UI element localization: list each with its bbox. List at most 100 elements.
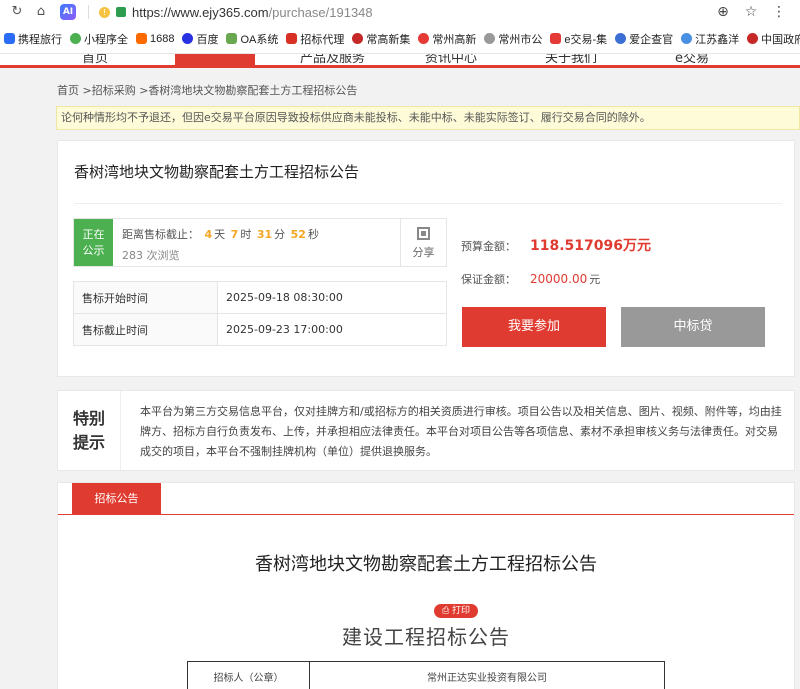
- divider: [88, 5, 89, 19]
- qr-code-icon: [417, 227, 430, 240]
- bookmark-label: 常州高新: [432, 33, 477, 46]
- url-field[interactable]: https://www.ejy365.com/purchase/191348: [132, 5, 373, 20]
- divider: [74, 203, 782, 204]
- table-row: 售标截止时间 2025-09-23 17:00:00: [73, 313, 447, 346]
- site-info-icon[interactable]: !: [99, 6, 110, 18]
- bookmark-label: 爱企查官: [629, 33, 674, 46]
- table-row: 招标人（公章） 常州正达实业投资有限公司: [187, 661, 665, 689]
- bookmark-label: OA系统: [240, 33, 279, 46]
- bid-loan-button[interactable]: 中标贷: [621, 307, 765, 347]
- bookmark-icon: [4, 33, 15, 44]
- bookmark-item[interactable]: 携程旅行: [4, 31, 62, 47]
- address-bar-actions: ⊕ ☆ ⋮: [716, 0, 800, 24]
- share-button[interactable]: 分享: [400, 219, 446, 266]
- breadcrumb[interactable]: 首页 >招标采购 >香树湾地块文物勘察配套土方工程招标公告: [57, 82, 357, 98]
- budget-label: 预算金额：: [461, 240, 516, 253]
- bookmark-item[interactable]: 常州高新: [418, 31, 476, 47]
- countdown-days: 4: [204, 228, 213, 241]
- bookmark-label: 常高新集: [366, 33, 411, 46]
- deposit-label: 保证金额：: [461, 273, 516, 286]
- bookmark-label: 1688: [150, 32, 175, 45]
- bookmark-icon: [226, 33, 238, 44]
- bookmark-item[interactable]: OA系统: [226, 31, 278, 47]
- home-icon[interactable]: ⌂: [34, 5, 48, 19]
- nav-item-services[interactable]: 产品及服务: [300, 54, 365, 65]
- status-line-1: 正在: [82, 228, 105, 241]
- bookmark-label: 江苏鑫洋: [695, 33, 740, 46]
- bookmark-item[interactable]: e交易-集: [550, 31, 607, 47]
- url-host: https://www.ejy365.com: [132, 4, 269, 20]
- bookmark-item[interactable]: 1688: [136, 33, 174, 45]
- bookmark-icon: [182, 33, 194, 44]
- nav-item-about[interactable]: 关于我们: [545, 54, 597, 65]
- bookmark-icon: [70, 33, 81, 44]
- nav-item-etrade[interactable]: e交易: [675, 54, 709, 65]
- bookmark-item[interactable]: 常高新集: [352, 31, 410, 47]
- bookmark-icon: [615, 33, 627, 44]
- bookmark-label: e交易-集: [564, 33, 608, 46]
- bookmark-label: 百度: [196, 33, 219, 46]
- bookmark-item[interactable]: 小程序全: [70, 31, 128, 47]
- project-title: 香树湾地块文物勘察配套土方工程招标公告: [74, 163, 360, 181]
- tender-info-table: 招标人（公章） 常州正达实业投资有限公司: [187, 661, 665, 689]
- countdown-hours: 7: [230, 228, 239, 241]
- lock-icon[interactable]: [116, 7, 126, 17]
- ai-assistant-icon[interactable]: AI: [60, 4, 76, 20]
- reload-icon[interactable]: ↻: [10, 5, 24, 19]
- bookmark-icon: [136, 33, 147, 44]
- countdown-unit: 天: [214, 228, 226, 241]
- print-button[interactable]: ⎙ 打印: [434, 604, 478, 618]
- special-notice-body: 本平台为第三方交易信息平台，仅对挂牌方和/或招标方的相关资质进行审核。项目公告以…: [140, 405, 782, 458]
- bookmark-icon: [418, 33, 430, 44]
- bookmark-item[interactable]: 常州市公: [484, 31, 542, 47]
- print-label: 打印: [452, 606, 471, 616]
- announcement-title: 香树湾地块文物勘察配套土方工程招标公告: [255, 554, 597, 575]
- sale-time-table: 售标开始时间 2025-09-18 08:30:00 售标截止时间 2025-0…: [73, 281, 447, 346]
- countdown-label: 距离售标截止：: [122, 228, 199, 241]
- bookmark-item[interactable]: 百度: [182, 31, 218, 47]
- table-key: 招标人（公章）: [187, 661, 310, 689]
- bookmark-label: 小程序全: [84, 33, 128, 46]
- nav-item-purchase[interactable]: [175, 54, 255, 65]
- view-count: 283 次浏览: [122, 249, 180, 262]
- site-nav: 首页 产品及服务 资讯中心 关于我们 e交易: [0, 54, 800, 68]
- bookmarks-bar: 携程旅行 小程序全 1688 百度 OA系统 招标代理 常高新集 常州高新 常州…: [0, 24, 800, 54]
- status-badge: 正在 公示: [74, 219, 113, 266]
- bookmark-icon: [286, 33, 298, 44]
- bookmark-label: 携程旅行: [18, 33, 62, 46]
- location-icon[interactable]: ⊕: [716, 4, 730, 20]
- countdown-box: 正在 公示 距离售标截止： 4天 7时 31 分 52 秒 283 次浏览 分享: [73, 218, 447, 267]
- nav-item-news[interactable]: 资讯中心: [425, 54, 477, 65]
- bookmark-item[interactable]: 中国政府: [747, 31, 800, 47]
- announcement-subtitle: 建设工程招标公告: [342, 625, 510, 649]
- browser-address-bar: ↻ ⌂ AI ! https://www.ejy365.com/purchase…: [0, 0, 800, 24]
- bookmark-label: 招标代理: [300, 33, 345, 46]
- countdown-unit: 分: [274, 228, 286, 241]
- announcement-section: 招标公告 香树湾地块文物勘察配套土方工程招标公告 ⎙ 打印 建设工程招标公告 招…: [57, 482, 795, 689]
- nav-item-home[interactable]: 首页: [82, 54, 108, 65]
- star-icon[interactable]: ☆: [744, 4, 758, 20]
- deposit-unit: 元: [589, 273, 601, 286]
- bookmark-label: 常州市公: [498, 33, 543, 46]
- bookmark-icon: [352, 33, 364, 44]
- bookmark-label: 中国政府: [761, 33, 800, 46]
- deposit-value: 20000.00: [530, 272, 588, 286]
- join-button[interactable]: 我要参加: [462, 307, 606, 347]
- countdown-minutes: 31: [256, 228, 273, 241]
- countdown-unit: 时: [240, 228, 252, 241]
- title-line: 提示: [72, 433, 105, 452]
- bookmark-item[interactable]: 江苏鑫洋: [681, 31, 739, 47]
- special-notice-title: 特别 提示: [58, 391, 121, 470]
- project-card: 香树湾地块文物勘察配套土方工程招标公告 正在 公示 距离售标截止： 4天 7时 …: [57, 140, 795, 377]
- bookmark-item[interactable]: 爱企查官: [615, 31, 673, 47]
- url-path: /purchase/191348: [268, 4, 373, 20]
- budget-value: 118.517096万元: [530, 238, 651, 254]
- menu-icon[interactable]: ⋮: [772, 4, 786, 20]
- title-line: 特别: [72, 409, 105, 428]
- bookmark-icon: [550, 33, 562, 44]
- budget-row: 预算金额： 118.517096万元: [461, 235, 651, 255]
- tab-announcement[interactable]: 招标公告: [72, 483, 161, 515]
- special-notice: 特别 提示 本平台为第三方交易信息平台，仅对挂牌方和/或招标方的相关资质进行审核…: [57, 390, 795, 471]
- notice-banner: 论何种情形均不予退还，但因e交易平台原因导致投标供应商未能投标、未能中标、未能实…: [56, 106, 800, 130]
- bookmark-item[interactable]: 招标代理: [286, 31, 344, 47]
